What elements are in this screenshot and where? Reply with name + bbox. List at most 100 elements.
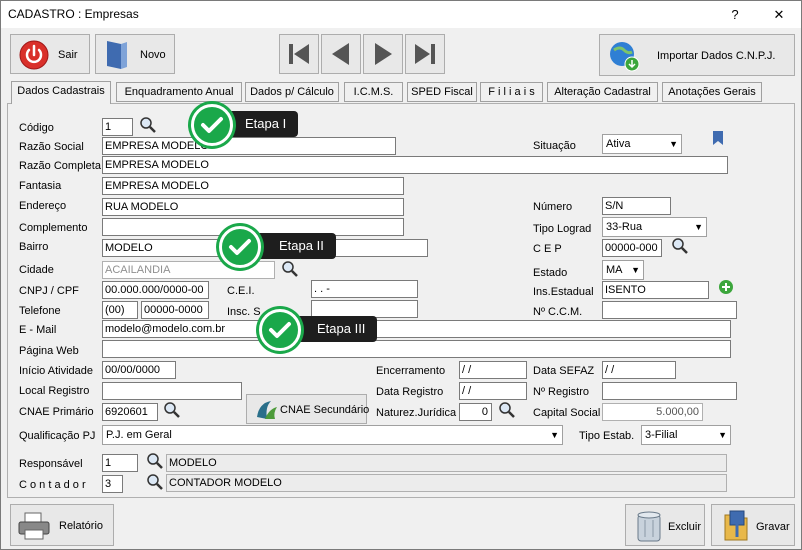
chevron-down-icon: ▼	[718, 430, 727, 440]
tab-alteracao-cadastral[interactable]: Alteração Cadastral	[547, 82, 658, 102]
capital-social-field[interactable]: 5.000,00	[602, 403, 703, 421]
ccm-field[interactable]	[602, 301, 737, 319]
data-registro-field[interactable]: / /	[459, 382, 527, 400]
close-button[interactable]: ✕	[757, 1, 801, 28]
numero-label: Número	[533, 201, 573, 213]
endereco-label: Endereço	[19, 200, 67, 212]
data-registro-label: Data Registro	[376, 386, 444, 398]
excluir-button[interactable]: Excluir	[625, 504, 705, 546]
tab-anotacoes-gerais[interactable]: Anotações Gerais	[662, 82, 762, 102]
window-title: CADASTRO : Empresas	[8, 7, 139, 21]
situacao-select[interactable]: Ativa ▼	[602, 134, 682, 154]
local-registro-field[interactable]	[102, 382, 242, 400]
globe-download-icon	[610, 42, 640, 72]
contador-label: C o n t a d o r	[19, 479, 86, 491]
importar-cnpj-button[interactable]: Importar Dados C.N.P.J.	[599, 34, 795, 76]
tab-dados-cadastrais[interactable]: Dados Cadastrais	[11, 81, 111, 104]
tab-icms[interactable]: I.C.M.S.	[344, 82, 403, 102]
new-document-icon	[107, 41, 127, 69]
importar-cnpj-label: Importar Dados C.N.P.J.	[657, 50, 776, 62]
fantasia-field[interactable]: EMPRESA MODELO	[102, 177, 404, 195]
estado-label: Estado	[533, 267, 568, 279]
sair-button[interactable]: Sair	[10, 34, 90, 74]
check-icon	[259, 309, 301, 351]
razao-completa-field[interactable]: EMPRESA MODELO	[102, 156, 728, 174]
contador-code-field[interactable]: 3	[102, 475, 123, 493]
relatorio-button[interactable]: Relatório	[10, 504, 114, 546]
pagina-web-field[interactable]	[102, 340, 731, 358]
cnpj-field[interactable]: 00.000.000/0000-00	[102, 281, 209, 299]
search-icon[interactable]	[498, 401, 516, 419]
ins-estadual-field[interactable]: ISENTO	[602, 281, 709, 299]
responsavel-label: Responsável	[19, 458, 83, 470]
codigo-field[interactable]: 1	[102, 118, 133, 136]
tipo-estab-label: Tipo Estab.	[579, 430, 635, 442]
tab-sped-fiscal[interactable]: SPED Fiscal	[407, 82, 477, 102]
tab-enquadramento-anual[interactable]: Enquadramento Anual	[116, 82, 242, 102]
naturez-juridica-label: Naturez.Jurídica	[376, 407, 457, 419]
check-icon	[219, 226, 261, 268]
endereco-field[interactable]: RUA MODELO	[102, 198, 404, 216]
last-record-button[interactable]	[405, 34, 445, 74]
add-icon[interactable]	[718, 279, 734, 295]
cnae-secundario-button[interactable]: CNAE Secundário	[246, 394, 369, 424]
email-field[interactable]: modelo@modelo.com.br	[102, 320, 731, 338]
encerramento-field[interactable]: / /	[459, 361, 527, 379]
n-registro-field[interactable]	[602, 382, 737, 400]
cei-field[interactable]: . . -	[311, 280, 418, 298]
tab-dados-calculo[interactable]: Dados p/ Cálculo	[245, 82, 339, 102]
capital-social-label: Capital Social	[533, 407, 601, 419]
situacao-label: Situação	[533, 140, 576, 152]
inicio-atividade-field[interactable]: 00/00/0000	[102, 361, 176, 379]
tab-filiais[interactable]: F i l i a i s	[480, 82, 543, 102]
contador-name-field: CONTADOR MODELO	[166, 474, 727, 492]
search-icon[interactable]	[163, 401, 181, 419]
printer-icon	[18, 512, 50, 540]
insc-s-label: Insc. S	[227, 306, 261, 318]
save-folder-icon	[724, 510, 748, 541]
qualificacao-pj-select[interactable]: P.J. em Geral ▼	[102, 425, 563, 445]
cnae-primario-field[interactable]: 6920601	[102, 403, 158, 421]
window: CADASTRO : Empresas ? ✕ Sair Novo Import…	[0, 0, 802, 550]
estado-select[interactable]: MA ▼	[602, 260, 644, 280]
telefone-ddd-field[interactable]: (00)	[102, 301, 138, 319]
check-icon	[191, 104, 233, 146]
fantasia-label: Fantasia	[19, 180, 62, 192]
estado-value: MA	[606, 264, 623, 276]
naturez-juridica-field[interactable]: 0	[459, 403, 492, 421]
novo-button[interactable]: Novo	[95, 34, 175, 74]
chevron-down-icon: ▼	[550, 430, 559, 440]
razao-social-field[interactable]: EMPRESA MODELO	[102, 137, 396, 155]
email-label: E - Mail	[19, 324, 57, 336]
tipo-lograd-select[interactable]: 33-Rua ▼	[602, 217, 707, 237]
gravar-button[interactable]: Gravar	[711, 504, 795, 546]
search-icon[interactable]	[139, 116, 157, 134]
help-button[interactable]: ?	[713, 1, 757, 28]
telefone-field[interactable]: 00000-0000	[141, 301, 209, 319]
responsavel-code-field[interactable]: 1	[102, 454, 138, 472]
razao-social-label: Razão Social	[19, 141, 84, 153]
next-record-button[interactable]	[363, 34, 403, 74]
search-icon[interactable]	[281, 260, 299, 278]
first-record-button[interactable]	[279, 34, 319, 74]
numero-field[interactable]: S/N	[602, 197, 671, 215]
last-icon	[415, 44, 435, 64]
razao-completa-label: Razão Completa	[19, 160, 101, 172]
cep-label: C E P	[533, 243, 562, 255]
search-icon[interactable]	[146, 473, 164, 491]
bookmark-icon[interactable]	[710, 129, 726, 149]
cidade-label: Cidade	[19, 264, 54, 276]
data-sefaz-label: Data SEFAZ	[533, 365, 595, 377]
sair-label: Sair	[58, 49, 78, 61]
cep-field[interactable]: 00000-000	[602, 239, 662, 257]
tipo-estab-select[interactable]: 3-Filial ▼	[641, 425, 731, 445]
cei-label: C.E.I.	[227, 285, 255, 297]
trash-icon	[637, 511, 661, 542]
data-sefaz-field[interactable]: / /	[602, 361, 676, 379]
previous-record-button[interactable]	[321, 34, 361, 74]
telefone-label: Telefone	[19, 305, 61, 317]
complemento-label: Complemento	[19, 222, 88, 234]
search-icon[interactable]	[671, 237, 689, 255]
bairro-label: Bairro	[19, 241, 49, 253]
search-icon[interactable]	[146, 452, 164, 470]
